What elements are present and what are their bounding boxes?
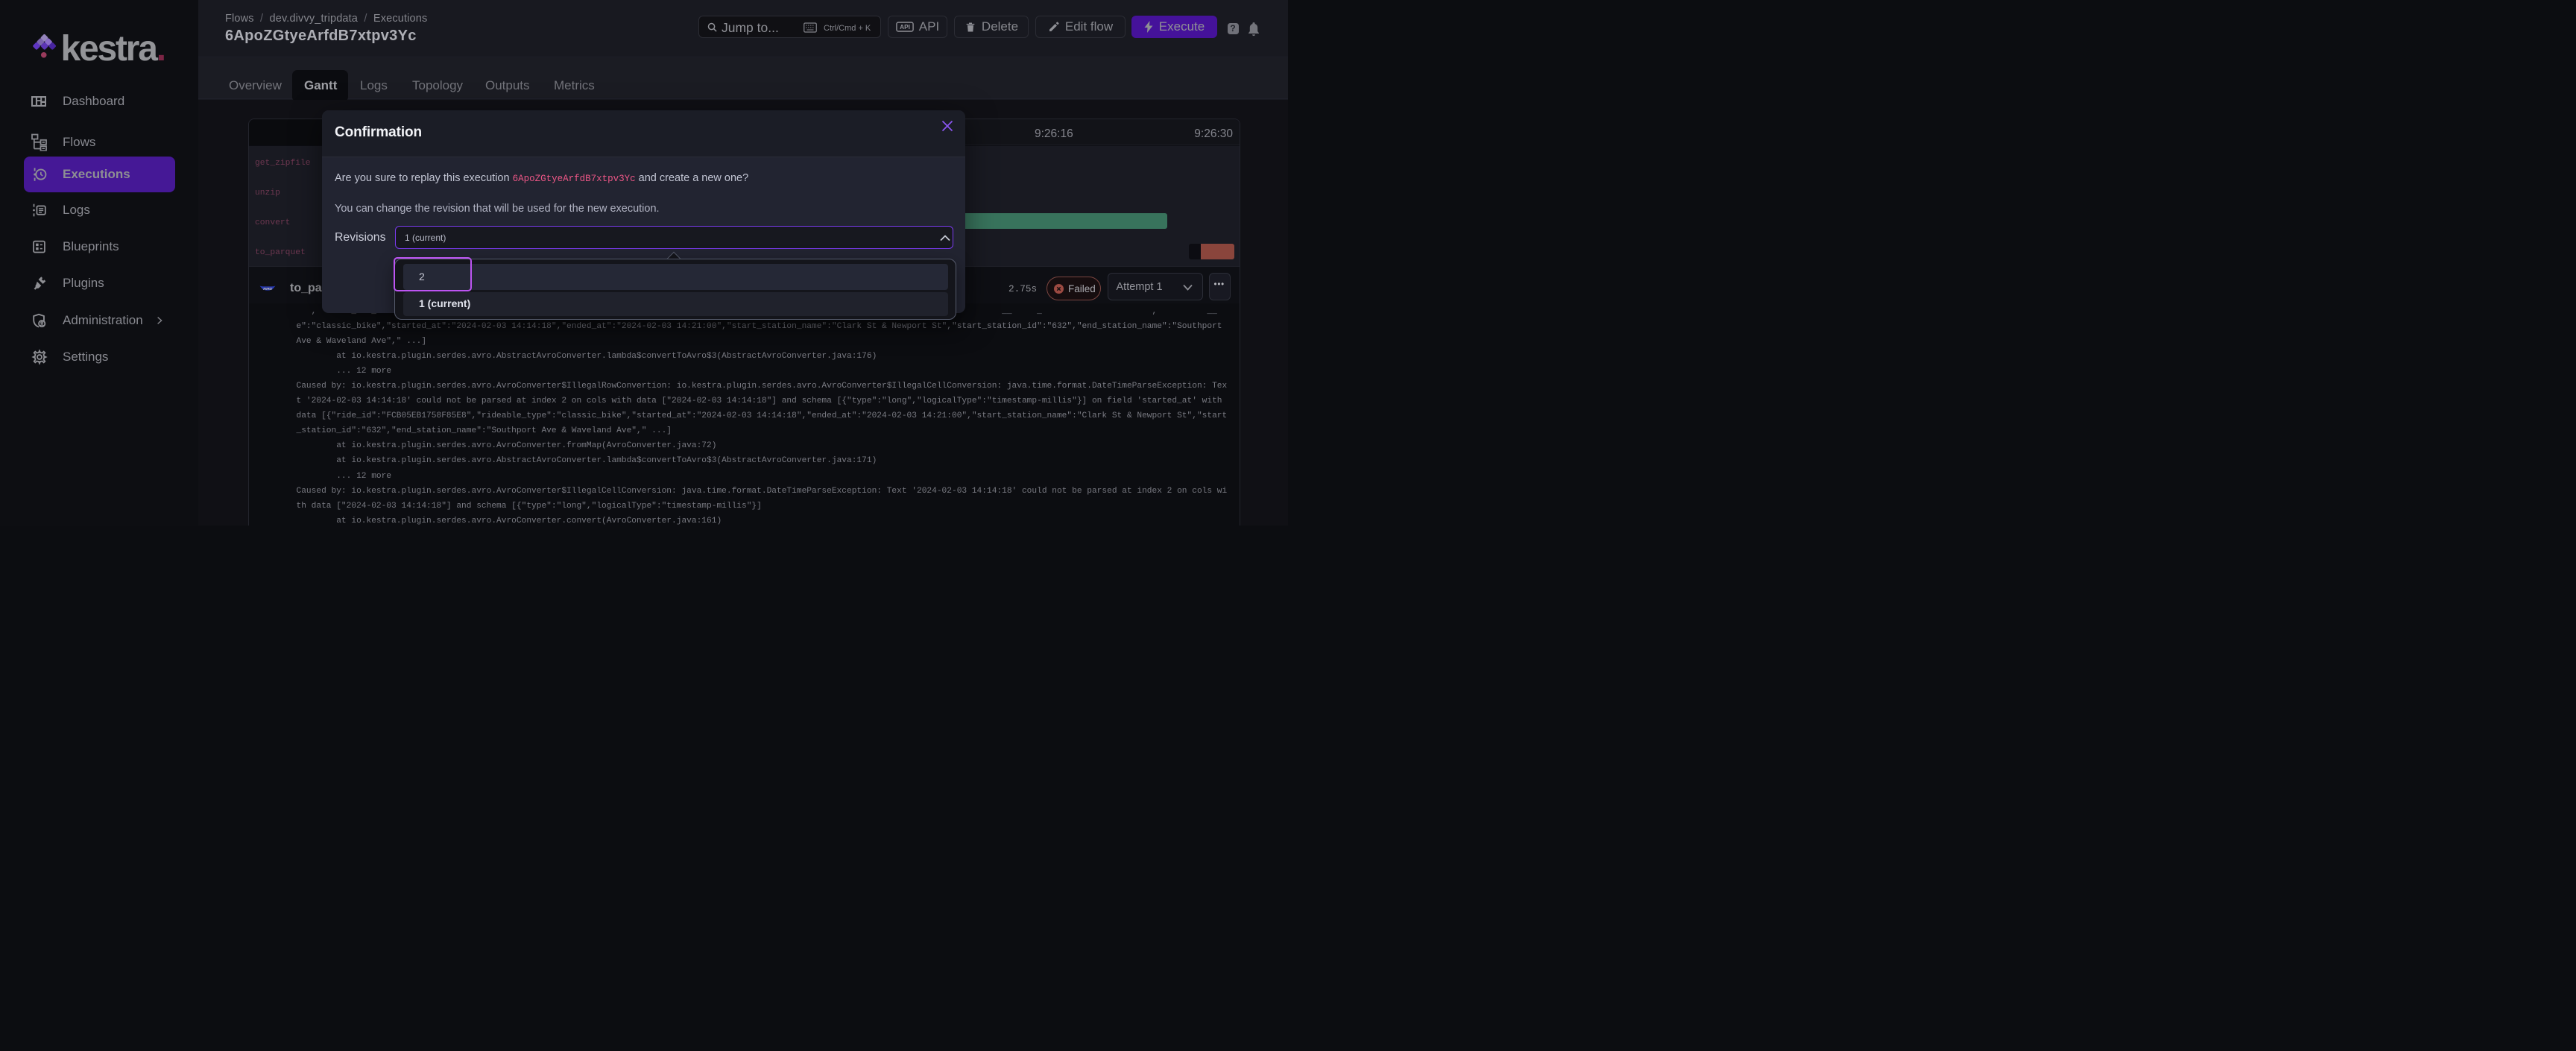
svg-text:AVRO: AVRO (263, 286, 273, 290)
svg-text:API: API (900, 23, 910, 31)
